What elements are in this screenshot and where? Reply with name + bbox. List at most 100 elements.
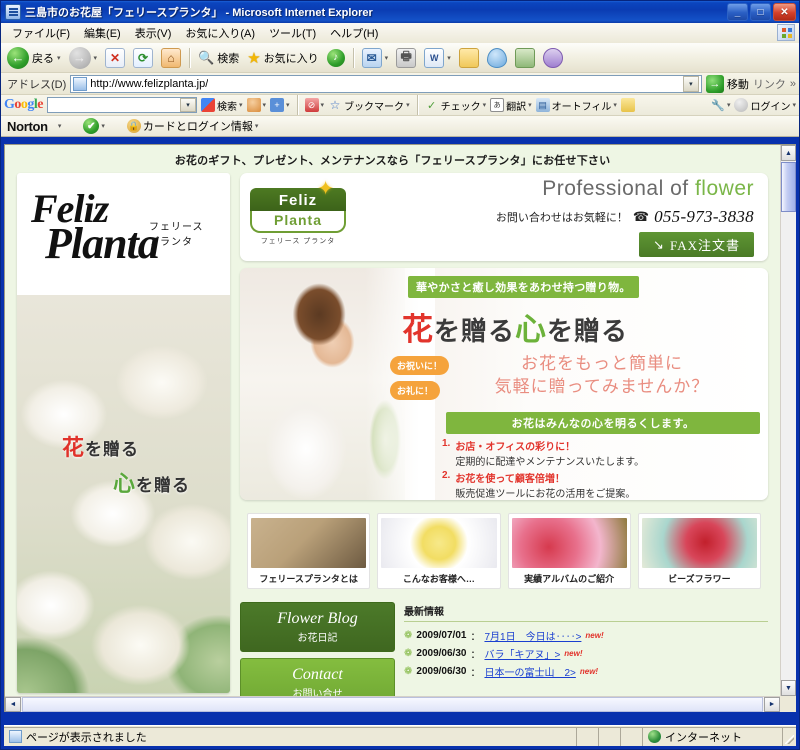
search-button[interactable]: 🔍 検索 <box>195 48 242 68</box>
pagerank-caret-icon[interactable]: ▾ <box>263 101 267 109</box>
status-message: ページが表示されました <box>26 731 147 744</box>
horizontal-scroll-thumb[interactable] <box>22 697 763 712</box>
translate-caret-icon[interactable]: ▾ <box>528 101 532 109</box>
google-search-input[interactable]: ▾ <box>47 97 197 113</box>
google-popup-blocker-button[interactable]: ⊘ ▾ <box>304 98 325 112</box>
login-caret-icon[interactable]: ▾ <box>792 101 796 109</box>
research-button[interactable] <box>512 46 538 70</box>
maximize-button[interactable]: □ <box>750 3 771 21</box>
menu-item-tools[interactable]: ツール(T) <box>262 23 323 43</box>
refresh-button[interactable]: ⟳ <box>130 46 156 70</box>
close-button[interactable]: ✕ <box>773 3 796 21</box>
news-new-badge: new! <box>585 631 604 640</box>
edit-caret-icon[interactable]: ▾ <box>447 54 451 62</box>
settings-caret-icon[interactable]: ▾ <box>727 101 731 109</box>
resize-grip[interactable] <box>782 726 796 746</box>
news-item[interactable]: ❁ 2009/07/01 ： 7月1日 今日は‥‥> new! <box>404 628 768 643</box>
news-link[interactable]: バラ「キアヌ」> <box>484 646 560 661</box>
flower-blog-button[interactable]: Flower Blog お花日記 <box>240 602 395 653</box>
print-button[interactable]: 🖶 <box>393 46 419 70</box>
address-input[interactable]: http://www.felizplanta.jp/ ▾ <box>70 74 702 93</box>
google-pagerank-button[interactable]: ▾ <box>246 98 267 112</box>
scroll-up-button[interactable]: ▲ <box>781 145 796 161</box>
menu-item-view[interactable]: 表示(V) <box>128 23 179 43</box>
menu-item-favorites[interactable]: お気に入り(A) <box>178 23 262 43</box>
brand-badge-logo[interactable]: ✦ Feliz Planta フェリース プランタ <box>250 179 346 246</box>
google-translate-button[interactable]: あ 翻訳 ▾ <box>490 98 532 113</box>
fax-order-button[interactable]: ↘ FAX注文書 <box>639 232 754 257</box>
stop-button[interactable]: ✕ <box>102 46 128 70</box>
menu-item-edit[interactable]: 編集(E) <box>77 23 128 43</box>
menu-item-help[interactable]: ヘルプ(H) <box>323 23 385 43</box>
go-button[interactable]: → 移動 <box>705 74 749 93</box>
back-caret-icon[interactable]: ▾ <box>57 54 61 62</box>
google-settings-button[interactable]: 🔧 ▾ <box>711 98 731 112</box>
norton-card-caret-icon[interactable]: ▾ <box>255 122 259 130</box>
messenger-button[interactable] <box>540 46 566 70</box>
autofill-caret-icon[interactable]: ▾ <box>613 101 617 109</box>
news-link[interactable]: 7月1日 今日は‥‥> <box>484 628 581 643</box>
norton-status-caret-icon[interactable]: ▾ <box>101 122 105 130</box>
google-spellcheck-button[interactable]: ✓ チェック ▾ <box>425 98 487 113</box>
thumbnail-card[interactable]: こんなお客様へ… <box>377 513 501 589</box>
google-search-icon <box>201 98 215 112</box>
back-button[interactable]: ← 戻る ▾ <box>4 45 64 71</box>
drop-button[interactable] <box>484 46 510 70</box>
google-add-button[interactable]: + ▾ <box>270 98 290 112</box>
google-search-dropdown-icon[interactable]: ▾ <box>180 98 196 112</box>
mail-button[interactable]: ✉ ▾ <box>359 46 392 70</box>
google-autofill-button[interactable]: ▤ オートフィル ▾ <box>535 98 617 113</box>
word-edit-icon: W <box>424 47 445 68</box>
mail-caret-icon[interactable]: ▾ <box>385 54 389 62</box>
home-button[interactable]: ⌂ <box>158 46 184 70</box>
scroll-down-button[interactable]: ▼ <box>781 680 796 696</box>
forward-button[interactable]: → ▾ <box>66 45 101 71</box>
minimize-button[interactable]: _ <box>727 3 748 21</box>
horizontal-scrollbar[interactable]: ◄ ► <box>5 696 780 712</box>
thumbnail-card[interactable]: ビーズフラワー <box>637 513 761 589</box>
google-login-button[interactable]: ログイン ▾ <box>734 98 796 113</box>
vertical-scrollbar[interactable]: ▲ ▼ <box>780 145 796 696</box>
thumbnail-card[interactable]: 実績アルバムのご紹介 <box>507 513 631 589</box>
translate-label: 翻訳 <box>506 101 527 113</box>
forward-caret-icon[interactable]: ▾ <box>94 54 98 62</box>
security-zone-cell[interactable]: インターネット <box>642 726 782 746</box>
norton-status-button[interactable]: ✔ ▾ <box>83 118 105 134</box>
links-label[interactable]: リンク <box>753 76 786 92</box>
news-item[interactable]: ❁ 2009/06/30 ： 日本一の富士山 2> new! <box>404 664 768 679</box>
scroll-left-button[interactable]: ◄ <box>5 697 21 712</box>
login-label: ログイン <box>750 101 791 113</box>
norton-check-icon: ✔ <box>83 118 100 134</box>
banner-point: 2. お花を使って顧客倍増！ 販売促進ツールにお花の活用をご提案。 <box>442 470 760 500</box>
google-search-caret-icon[interactable]: ▾ <box>239 101 243 109</box>
news-link[interactable]: 日本一の富士山 2> <box>484 664 575 679</box>
google-bookmarks-button[interactable]: ☆ ブックマーク ▾ <box>328 98 410 113</box>
note-button[interactable] <box>456 46 482 70</box>
google-highlight-button[interactable] <box>620 98 635 112</box>
point-body: お花を使って顧客倍増！ 販売促進ツールにお花の活用をご提案。 <box>455 470 635 500</box>
sparkle-icon: ✦ <box>317 178 334 200</box>
news-item[interactable]: ❁ 2009/06/30 ： バラ「キアヌ」> new! <box>404 646 768 661</box>
professional-prefix: Professional of <box>542 177 695 200</box>
thumbnail-card[interactable]: フェリースプランタとは <box>247 513 371 589</box>
google-search-button[interactable]: 検索 ▾ <box>201 98 243 113</box>
favorites-button[interactable]: ★ お気に入り <box>244 47 321 69</box>
contact-button[interactable]: Contact お問い合せ <box>240 658 395 696</box>
hero-banner[interactable]: 華やかさと癒し効果をあわせ持つ贈り物。 花を贈る心を贈る お祝いに！ お礼に！ <box>240 268 768 500</box>
media-button[interactable]: ♪ <box>324 47 348 69</box>
norton-card-button[interactable]: 🔒 カードとログイン情報 ▾ <box>126 118 259 134</box>
vertical-scroll-thumb[interactable] <box>781 162 796 212</box>
menu-item-file[interactable]: ファイル(F) <box>5 23 77 43</box>
stop-icon: ✕ <box>105 47 126 68</box>
news-date: 2009/06/30 <box>416 648 467 659</box>
scroll-right-button[interactable]: ► <box>764 697 780 712</box>
banner-headline-text2: を贈る <box>547 316 629 346</box>
edit-button[interactable]: W ▾ <box>421 46 454 70</box>
address-dropdown-icon[interactable]: ▾ <box>682 75 699 92</box>
toolbar-overflow-icon[interactable]: » <box>790 78 796 90</box>
bookmarks-caret-icon[interactable]: ▾ <box>406 101 410 109</box>
popup-caret-icon[interactable]: ▾ <box>321 101 325 109</box>
norton-caret-icon[interactable]: ▾ <box>58 122 62 130</box>
add-caret-icon[interactable]: ▾ <box>286 101 290 109</box>
spellcheck-caret-icon[interactable]: ▾ <box>483 101 487 109</box>
